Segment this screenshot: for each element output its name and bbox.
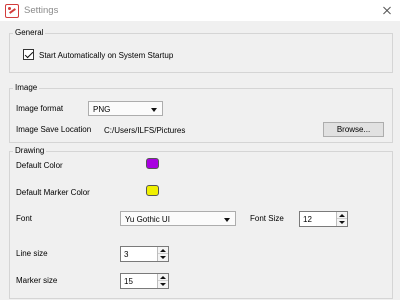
spin-up-icon[interactable] [337,212,347,219]
save-location-label: Image Save Location [16,125,92,134]
default-marker-color-label: Default Marker Color [16,188,90,197]
startup-label[interactable]: Start Automatically on System Startup [39,50,173,61]
spin-down-icon[interactable] [158,281,168,288]
default-color-label: Default Color [16,161,63,170]
image-format-value: PNG [93,105,111,114]
image-format-label: Image format [16,104,64,113]
marker-size-label: Marker size [16,276,58,285]
font-size-label: Font Size [250,214,284,223]
font-size-stepper[interactable]: 12 [299,211,348,227]
close-icon[interactable] [378,2,396,20]
marker-size-spin-buttons [157,274,168,288]
chevron-down-icon [224,218,230,222]
font-size-value: 12 [303,215,312,224]
chevron-down-icon [151,108,157,112]
spin-up-icon[interactable] [158,247,168,254]
font-value: Yu Gothic UI [125,215,170,224]
line-size-stepper[interactable]: 3 [120,246,169,262]
title-bar: Settings [0,0,400,22]
drawing-group-title: Drawing [13,146,47,156]
general-group-title: General [13,28,46,38]
marker-size-stepper[interactable]: 15 [120,273,169,289]
image-group-title: Image [13,83,40,93]
marker-size-value: 15 [124,277,133,286]
window-title: Settings [24,5,59,16]
default-color-swatch[interactable] [146,158,159,169]
startup-checkbox[interactable] [23,49,34,60]
line-size-value: 3 [124,250,129,259]
line-size-spin-buttons [157,247,168,261]
font-size-spin-buttons [336,212,347,226]
default-marker-color-swatch[interactable] [146,185,159,196]
spin-down-icon[interactable] [158,254,168,261]
app-logo-icon [5,4,19,18]
browse-button[interactable]: Browse... [323,122,384,137]
image-format-dropdown[interactable]: PNG [88,101,163,116]
font-label: Font [16,214,33,223]
save-location-value: C:/Users/ILFS/Pictures [104,126,186,135]
spin-down-icon[interactable] [337,219,347,226]
font-dropdown[interactable]: Yu Gothic UI [120,211,236,226]
spin-up-icon[interactable] [158,274,168,281]
line-size-label: Line size [16,249,48,258]
